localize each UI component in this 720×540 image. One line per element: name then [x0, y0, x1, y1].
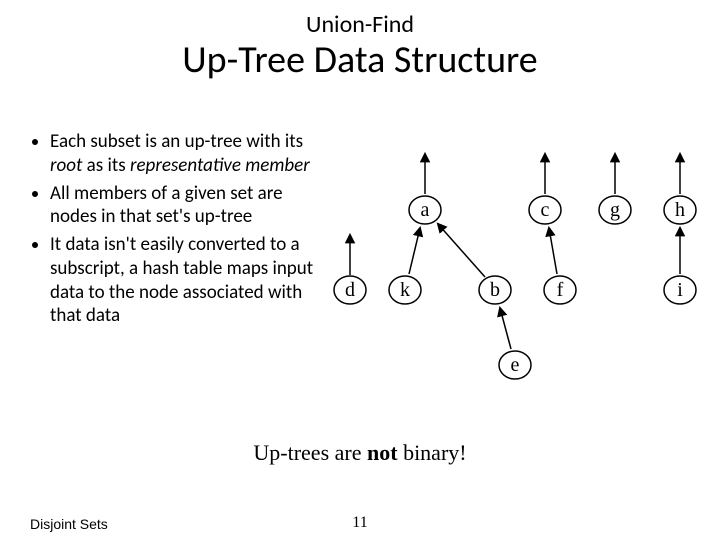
node-label: c: [541, 199, 550, 221]
node-k: k: [389, 276, 421, 304]
node-label: a: [421, 199, 430, 221]
node-label: e: [511, 354, 520, 376]
node-label: f: [557, 279, 564, 301]
node-label: b: [490, 279, 500, 301]
node-b: b: [479, 276, 511, 304]
node-label: i: [677, 279, 683, 301]
node-e: e: [499, 351, 531, 379]
node-i: i: [664, 276, 696, 304]
node-g: g: [599, 196, 631, 224]
bullet-item: All members of a given set are nodes in …: [50, 182, 330, 230]
node-a: a: [409, 196, 441, 224]
node-label: g: [610, 199, 620, 221]
caption-bold: not: [367, 440, 398, 465]
node-c: c: [529, 196, 561, 224]
node-label: h: [675, 199, 685, 221]
diagram-caption: Up-trees are not binary!: [0, 440, 720, 466]
node-label: d: [345, 279, 355, 301]
bullet-item: Each subset is an up-tree with its root …: [50, 130, 330, 178]
node-h: h: [664, 196, 696, 224]
node-label: k: [400, 279, 410, 301]
bullet-text: All members of a given set are nodes in …: [50, 182, 283, 229]
caption-text: binary!: [398, 440, 467, 465]
bullet-text: It data isn't easily converted to a subs…: [50, 233, 313, 327]
page-number: 11: [0, 514, 720, 532]
edge-k-a: [409, 228, 420, 274]
bullet-item: It data isn't easily converted to a subs…: [50, 233, 330, 328]
edge-b-a: [438, 224, 485, 277]
node-f: f: [544, 276, 576, 304]
bullet-text: Each subset is an up-tree with its: [50, 130, 303, 153]
node-d: d: [334, 276, 366, 304]
bullet-em: root: [50, 154, 82, 177]
caption-text: Up-trees are: [253, 440, 367, 465]
bullet-list: Each subset is an up-tree with its root …: [30, 130, 330, 332]
slide: Union-Find Up-Tree Data Structure Each s…: [0, 10, 720, 540]
up-tree-diagram: d a c g h k b: [330, 140, 710, 400]
bullet-em: representative member: [130, 154, 310, 177]
title-small: Union-Find: [0, 10, 720, 39]
edge-f-c: [549, 228, 557, 274]
title-large: Up-Tree Data Structure: [0, 37, 720, 83]
bullet-text: as its: [82, 154, 130, 177]
edge-e-b: [500, 308, 511, 349]
